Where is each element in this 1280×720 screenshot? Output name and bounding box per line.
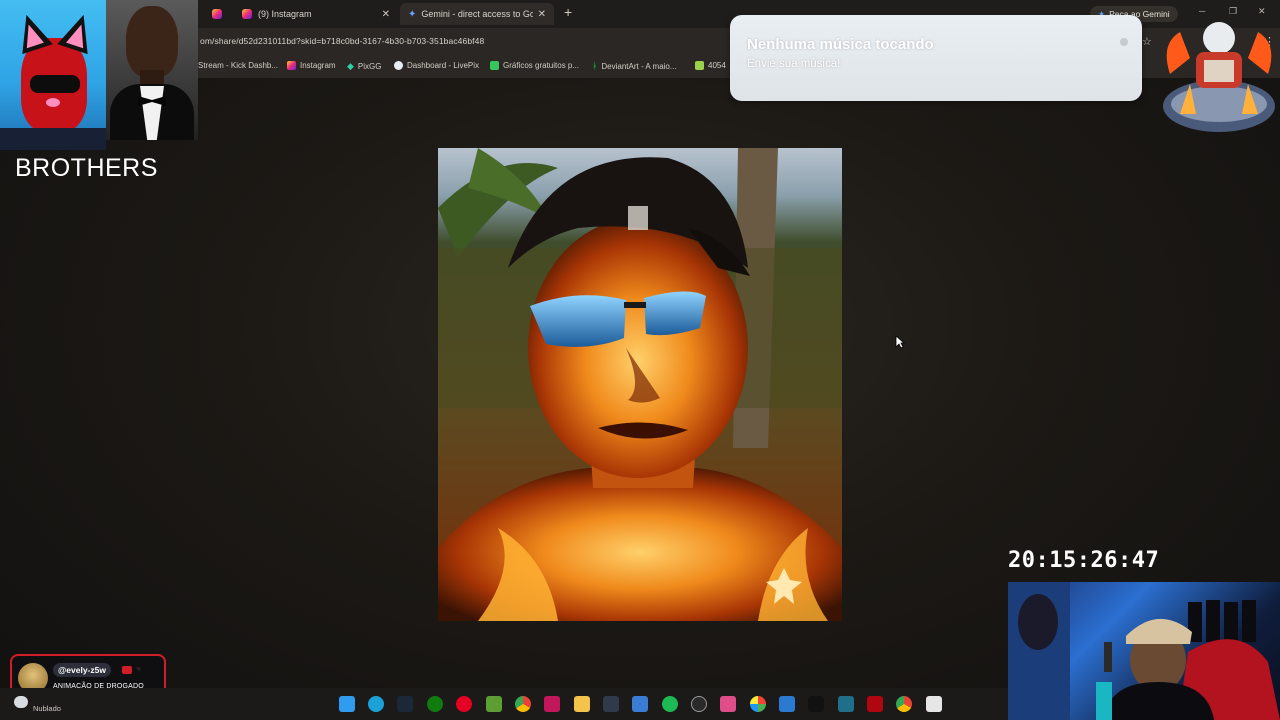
notepad-icon[interactable] [632,696,648,712]
tab-gemini[interactable]: ✦ Gemini - direct access to Googl ✕ [400,3,554,25]
chrome-active-icon[interactable] [896,696,912,712]
close-icon[interactable]: ✕ [538,9,546,20]
bookmark-label: Dashboard - LivePix [407,61,480,70]
app-colorful-icon[interactable] [750,696,766,712]
youtube-icon [122,666,132,674]
livepix-icon [394,61,403,70]
sunglasses-shape [30,75,80,93]
bookmark-deviantart[interactable]: ᚼ DeviantArt - A maio... [592,61,677,71]
tab-label: (9) Instagram [258,9,312,19]
bookmark-kick[interactable]: Stream - Kick Dashb... [198,61,278,70]
bookmark-4054[interactable]: 4054 [695,61,726,70]
app-icon[interactable] [603,696,619,712]
edge-icon[interactable] [368,696,384,712]
head-shape [126,6,178,78]
bookmark-label: PixGG [357,62,382,71]
steam-icon[interactable] [397,696,413,712]
pinterest-icon[interactable] [456,696,472,712]
alert-username: @evely-z5w [53,663,111,677]
stream-clock: 20:15:26:47 [1008,548,1160,573]
adobe-icon[interactable] [544,696,560,712]
bookmark-label: DeviantArt - A maio... [601,61,677,71]
notification-subtitle: Envie sua música! [747,58,841,70]
app-icon[interactable] [779,696,795,712]
notification-dot-icon [1120,38,1128,46]
weather-label: Nublado [33,704,61,713]
instagram-icon [242,9,252,19]
cat-filter-photo [0,0,106,150]
app-icon[interactable] [838,696,854,712]
bookmark-star-icon[interactable]: ☆ [1142,35,1152,48]
deviantart-icon: ᚼ [592,61,598,71]
bookmark-graficos[interactable]: Gráficos gratuitos p... [490,61,579,70]
music-notification[interactable]: Nenhuma música tocando Envie sua música! [730,15,1142,101]
instagram-icon [287,61,296,70]
netflix-icon[interactable] [867,696,883,712]
bookmark-label: 4054 [708,61,726,70]
notification-title: Nenhuma música tocando [747,36,934,53]
warrior-sprite [1163,22,1275,132]
file-explorer-icon[interactable] [574,696,590,712]
windows-start-icon[interactable] [339,696,355,712]
webcam-scene [1008,582,1280,720]
bookmark-label: Instagram [300,61,336,70]
streamer-webcam [1008,582,1280,720]
chrome-icon[interactable] [515,696,531,712]
spotify-icon[interactable] [662,696,678,712]
heart-icon: ♥ [136,664,142,674]
gemini-icon: ✦ [408,8,417,20]
xbox-icon[interactable] [427,696,443,712]
bookmark-label: Gráficos gratuitos p... [503,61,580,70]
tab-instagram-pinned[interactable] [212,3,242,25]
weather-icon [14,696,28,708]
new-tab-button[interactable]: + [564,4,572,20]
tab-instagram[interactable]: (9) Instagram ✕ [242,3,398,25]
freepik-icon [490,61,499,70]
taskbar: Nublado [0,688,1008,720]
bookmark-instagram[interactable]: Instagram [287,61,336,70]
app-icon[interactable] [720,696,736,712]
cat-nose-shape [46,98,60,107]
instagram-icon [212,9,222,19]
app-icon[interactable] [926,696,942,712]
obs-icon[interactable] [691,696,707,712]
main-image [438,148,842,621]
stream-screen: (9) Instagram ✕ ✦ Gemini - direct access… [0,0,1280,720]
pixgg-icon: ◆ [347,61,354,71]
tiktok-icon[interactable] [808,696,824,712]
bookmark-favicon-icon [695,61,704,70]
pixel-warrior-sticker [1160,14,1278,134]
shirt-shape [0,128,106,150]
url-text[interactable]: om/share/d52d231011bd?skid=b718c0bd-3167… [200,36,484,46]
mouse-cursor-icon [895,335,905,349]
bookmark-label: Stream - Kick Dashb... [198,61,279,70]
bookmark-pixgg[interactable]: ◆ PixGG [347,61,381,72]
burning-man-image [438,148,842,621]
tuxedo-man-photo [106,0,198,140]
tab-label: Gemini - direct access to Googl [421,9,534,19]
brothers-label: BROTHERS [15,154,158,182]
bookmark-livepix[interactable]: Dashboard - LivePix [394,61,479,70]
app-b-icon[interactable] [486,696,502,712]
close-icon[interactable]: ✕ [382,9,390,20]
